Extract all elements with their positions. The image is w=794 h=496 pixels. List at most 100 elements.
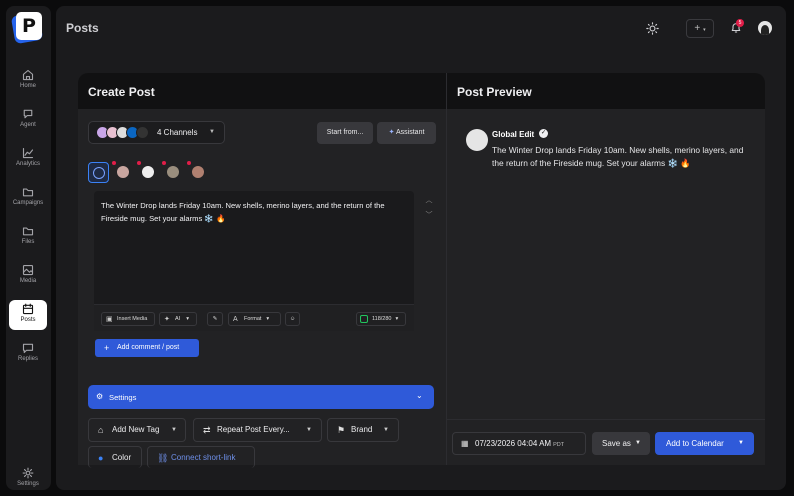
gear-icon: [22, 467, 34, 479]
format-icon: A: [233, 316, 238, 323]
channel-avatars: [96, 126, 151, 140]
app-logo[interactable]: P: [10, 11, 45, 45]
page-title: Posts: [66, 21, 99, 35]
post-preview-header: Post Preview: [447, 73, 765, 109]
sun-icon[interactable]: [646, 22, 659, 35]
folder-icon: [22, 188, 34, 197]
add-tag-button[interactable]: ⌂ Add New Tag ▼: [88, 418, 186, 442]
color-button[interactable]: ● Color: [88, 446, 142, 468]
analytics-icon: [22, 147, 34, 159]
settings-label: Settings: [109, 393, 137, 402]
user-avatar[interactable]: [758, 21, 772, 35]
chevron-down-icon: ▼: [306, 427, 312, 433]
avatar: [192, 166, 204, 178]
sidebar-item-replies[interactable]: Replies: [9, 339, 47, 371]
ai-button[interactable]: ✦ AI ▾: [159, 312, 197, 326]
format-label: Format: [244, 316, 262, 322]
save-as-button[interactable]: Save as ▼: [592, 432, 650, 455]
preview-footer: ▦ 07/23/2026 04:04 AM PDT Save as ▼ Add to …: [447, 419, 765, 465]
add-tag-label: Add New Tag: [112, 425, 160, 434]
status-dot: [137, 161, 141, 165]
calendar-icon: [22, 303, 34, 315]
status-dot: [187, 161, 191, 165]
schedule-date: 07/23/2026 04:04 AM: [475, 439, 552, 448]
emoji-button[interactable]: ☺: [285, 312, 300, 326]
ai-label: AI: [175, 316, 181, 322]
chevron-down-icon: ⌄: [416, 391, 423, 400]
chevron-down-icon: ▾: [186, 316, 189, 322]
settings-accordion[interactable]: ⚙ Settings ⌄: [88, 385, 434, 409]
create-post-panel: Create Post 4 Channels ▼ Start from... ✦…: [78, 73, 446, 468]
add-to-calendar-button[interactable]: Add to Calendar ▼: [655, 432, 754, 455]
sidebar-item-files[interactable]: Files: [9, 222, 47, 254]
start-from-button[interactable]: Start from...: [317, 122, 373, 144]
home-icon: [22, 69, 34, 81]
calendar-icon: ▦: [461, 439, 469, 448]
chevron-down-icon[interactable]: ﹀: [423, 208, 435, 223]
globe-icon: [93, 167, 105, 179]
editor-arrows: ︿ ﹀: [423, 193, 435, 223]
preview-text: The Winter Drop lands Friday 10am. New s…: [492, 145, 744, 168]
chevron-down-icon: ▾: [266, 316, 270, 322]
notification-badge: 5: [736, 19, 744, 27]
format-button[interactable]: A Format ▾: [228, 312, 281, 326]
sidebar-item-analytics[interactable]: Analytics: [9, 144, 47, 176]
chevron-down-icon: ▼: [383, 427, 389, 433]
assistant-button[interactable]: ✦ Assistant: [377, 122, 436, 144]
color-label: Color: [112, 453, 132, 462]
agent-icon: [23, 109, 33, 119]
channels-select[interactable]: 4 Channels ▼: [88, 121, 225, 144]
plus-icon: +: [104, 343, 110, 353]
chevron-down-icon: ▼: [635, 440, 641, 446]
account-avatar-4[interactable]: [187, 161, 209, 183]
tag-icon: ⌂: [98, 425, 104, 435]
chevron-down-icon: ▼: [738, 440, 744, 446]
character-count[interactable]: 118/280 ▾: [356, 312, 406, 326]
account-avatar-3[interactable]: [162, 161, 184, 183]
status-dot: [162, 161, 166, 165]
sidebar-item-settings[interactable]: Settings: [9, 464, 47, 496]
global-account-toggle[interactable]: [88, 162, 109, 183]
sidebar-item-media[interactable]: Media: [9, 261, 47, 293]
sidebar-item-campaigns[interactable]: Campaigns: [9, 183, 47, 215]
editor-toolbar: ▣ Insert Media ✦ AI ▾ ✎ A Format ▾ ☺ 118/280 ▾: [94, 304, 414, 331]
brand-button[interactable]: ⚑ Brand ▼: [327, 418, 399, 442]
chevron-down-icon: ▾: [395, 316, 399, 322]
schedule-date-picker[interactable]: ▦ 07/23/2026 04:04 AM PDT: [452, 432, 586, 455]
status-dot: [112, 161, 116, 165]
add-comment-button[interactable]: + Add comment / post: [95, 339, 199, 357]
add-to-calendar-label: Add to Calendar: [666, 439, 724, 448]
create-menu-button[interactable]: + ▾: [686, 19, 714, 38]
signature-button[interactable]: ✎: [207, 312, 223, 326]
save-as-label: Save as: [602, 439, 631, 448]
image-icon: ▣: [106, 316, 113, 323]
repeat-post-button[interactable]: ⇄ Repeat Post Every... ▼: [193, 418, 322, 442]
top-bar: Posts + ▾ 5: [56, 6, 786, 50]
insert-media-button[interactable]: ▣ Insert Media: [101, 312, 155, 326]
chevron-down-icon: ▾: [703, 27, 706, 33]
create-post-header: Create Post: [78, 73, 446, 109]
app-root: P Home Agent Analytics Campaigns Files M…: [0, 0, 794, 496]
post-editor[interactable]: The Winter Drop lands Friday 10am. New s…: [94, 191, 414, 331]
sidebar-item-agent[interactable]: Agent: [9, 105, 47, 137]
gear-icon: ⚙: [96, 392, 104, 401]
connect-short-link-button[interactable]: ⛓ Connect short-link: [147, 446, 255, 468]
sparkle-icon: ✦: [388, 129, 395, 136]
sidebar-item-label: Analytics: [15, 161, 40, 167]
plus-icon: +: [694, 23, 701, 34]
sidebar-item-label: Agent: [20, 122, 36, 128]
channel-avatar: [136, 126, 149, 139]
account-avatar-2[interactable]: [137, 161, 159, 183]
channels-count-label: 4 Channels: [157, 128, 198, 137]
account-avatar-1[interactable]: [112, 161, 134, 183]
short-link-label: Connect short-link: [171, 453, 236, 462]
sparkle-icon: ✦: [164, 316, 170, 323]
sidebar-item-posts[interactable]: Posts: [9, 300, 47, 330]
sidebar-item-home[interactable]: Home: [9, 66, 47, 98]
repeat-label: Repeat Post Every...: [217, 425, 290, 434]
create-post-title: Create Post: [88, 85, 155, 99]
post-text-input[interactable]: The Winter Drop lands Friday 10am. New s…: [101, 199, 413, 225]
emoji-icon: ☺: [289, 316, 296, 322]
chevron-down-icon: ▼: [171, 427, 177, 433]
chevron-up-icon[interactable]: ︿: [423, 193, 435, 208]
